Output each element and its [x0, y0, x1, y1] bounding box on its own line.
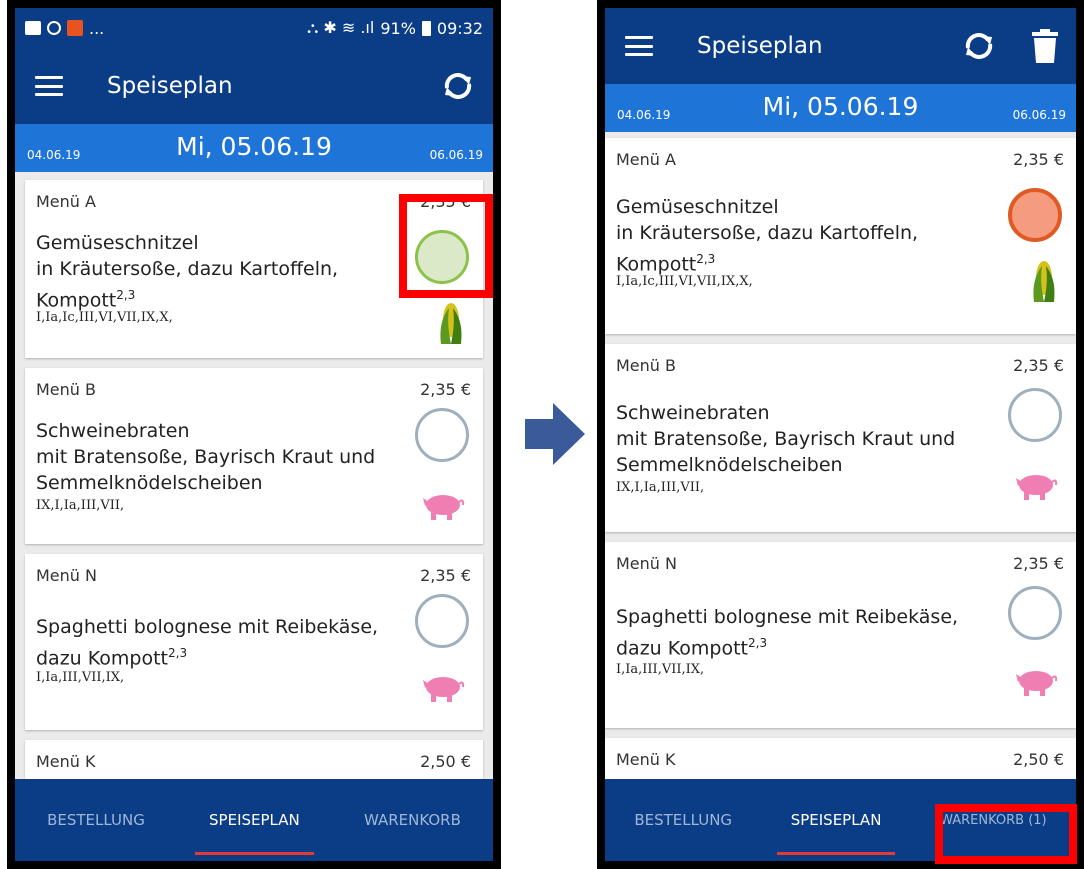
tab-bestellung[interactable]: BESTELLUNG	[41, 779, 151, 861]
menu-price: 2,35 €	[420, 566, 471, 585]
pig-icon	[423, 495, 465, 520]
allergen-codes: I,Ia,III,VII,IX,	[36, 670, 125, 685]
pig-icon	[1016, 671, 1058, 696]
menu-card-b[interactable]: Menü B 2,35 € Schweinebraten mit Bratens…	[25, 368, 483, 544]
menu-name: Menü B	[616, 356, 676, 375]
image-notification-icon	[25, 21, 41, 35]
menu-name: Menü K	[616, 750, 676, 769]
refresh-icon[interactable]	[441, 71, 475, 101]
menu-name: Menü N	[616, 554, 677, 573]
date-bar: 04.06.19 Mi, 05.06.19 06.06.19	[15, 124, 493, 172]
next-date-link[interactable]: 06.06.19	[430, 148, 483, 162]
corn-icon	[1033, 261, 1055, 302]
select-menu-circle[interactable]	[415, 594, 469, 648]
highlight-select-circle	[399, 194, 493, 298]
menu-price: 2,50 €	[420, 752, 471, 771]
select-menu-circle[interactable]	[415, 408, 469, 462]
menu-list[interactable]: Menü A 2,35 € Gemüseschnitzel in Kräuter…	[605, 132, 1076, 779]
status-bar: ... ⛬ ✱ ≋ .ıl 91% 09:32	[15, 8, 493, 48]
hamburger-menu-icon[interactable]	[35, 76, 63, 96]
menu-name: Menü B	[36, 380, 96, 399]
right-phone-screenshot: Speiseplan 04.06.19 Mi, 05.06.19 06.06.1…	[597, 0, 1084, 869]
allergen-codes: IX,I,Ia,III,VII,	[616, 480, 705, 495]
menu-price: 2,35 €	[420, 380, 471, 399]
battery-icon	[421, 20, 431, 36]
battery-level: 91%	[380, 18, 416, 38]
app-bar: Speiseplan	[605, 8, 1076, 84]
menu-description: Spaghetti bolognese mit Reibekäse, dazu …	[616, 606, 959, 660]
tab-speiseplan[interactable]: SPEISEPLAN	[776, 779, 896, 861]
allergen-codes: I,Ia,Ic,III,VI,VII,IX,X,	[616, 274, 753, 289]
menu-card-k[interactable]: Menü K 2,50 € 3456	[25, 740, 483, 779]
menu-price: 2,35 €	[1013, 356, 1064, 375]
menu-card-k[interactable]: Menü K 2,50 € 3456	[605, 738, 1076, 779]
dnd-icon	[47, 21, 61, 35]
menu-description: Schweinebraten mit Bratensoße, Bayrisch …	[36, 420, 376, 494]
current-date: Mi, 05.06.19	[762, 92, 919, 121]
bottom-navigation: BESTELLUNG SPEISEPLAN WARENKORB	[15, 779, 493, 861]
refresh-icon[interactable]	[962, 31, 996, 61]
menu-card-a[interactable]: Menü A 2,35 € Gemüseschnitzel in Kräuter…	[605, 138, 1076, 334]
menu-name: Menü N	[36, 566, 97, 585]
menu-price: 2,50 €	[1013, 750, 1064, 769]
menu-name: Menü K	[36, 752, 96, 771]
menu-price: 2,35 €	[1013, 150, 1064, 169]
status-time: 09:32	[436, 18, 483, 38]
menu-name: Menü A	[36, 192, 96, 211]
tab-warenkorb[interactable]: WARENKORB	[358, 779, 467, 861]
menu-card-n[interactable]: Menü N 2,35 € Spaghetti bolognese mit Re…	[25, 554, 483, 730]
app-bar: Speiseplan	[15, 48, 493, 124]
tab-speiseplan[interactable]: SPEISEPLAN	[195, 779, 314, 861]
status-icons: ⛬ ✱ ≋ .ıl	[307, 18, 375, 37]
select-menu-circle[interactable]	[1008, 388, 1062, 442]
corn-icon	[440, 303, 462, 344]
hamburger-menu-icon[interactable]	[625, 36, 653, 56]
menu-price: 2,35 €	[1013, 554, 1064, 573]
tab-bestellung[interactable]: BESTELLUNG	[628, 779, 738, 861]
right-screen: Speiseplan 04.06.19 Mi, 05.06.19 06.06.1…	[605, 8, 1076, 861]
status-more: ...	[89, 18, 105, 38]
menu-description: Schweinebraten mit Bratensoße, Bayrisch …	[616, 402, 956, 476]
app-notification-icon	[67, 20, 83, 36]
menu-description: Gemüseschnitzel in Kräutersoße, dazu Kar…	[616, 196, 919, 276]
left-screen: ... ⛬ ✱ ≋ .ıl 91% 09:32 Speiseplan 04.06…	[15, 8, 493, 861]
page-title: Speiseplan	[697, 33, 823, 59]
pig-icon	[423, 677, 465, 702]
current-date: Mi, 05.06.19	[176, 132, 332, 161]
arrow-right-icon	[525, 403, 585, 465]
menu-description: Gemüseschnitzel in Kräutersoße, dazu Kar…	[36, 232, 339, 312]
select-menu-circle[interactable]	[1008, 586, 1062, 640]
highlight-warenkorb-tab	[935, 804, 1077, 864]
next-date-link[interactable]: 06.06.19	[1013, 108, 1066, 122]
trash-icon[interactable]	[1032, 29, 1058, 63]
allergen-codes: IX,I,Ia,III,VII,	[36, 498, 125, 513]
date-bar: 04.06.19 Mi, 05.06.19 06.06.19	[605, 84, 1076, 132]
left-phone-screenshot: ... ⛬ ✱ ≋ .ıl 91% 09:32 Speiseplan 04.06…	[7, 0, 501, 869]
select-menu-circle[interactable]	[1008, 188, 1062, 242]
pig-icon	[1016, 475, 1058, 500]
menu-description: Spaghetti bolognese mit Reibekäse, dazu …	[36, 616, 379, 670]
menu-card-n[interactable]: Menü N 2,35 € Spaghetti bolognese mit Re…	[605, 542, 1076, 728]
page-title: Speiseplan	[107, 73, 233, 99]
menu-card-b[interactable]: Menü B 2,35 € Schweinebraten mit Bratens…	[605, 344, 1076, 532]
menu-name: Menü A	[616, 150, 676, 169]
allergen-codes: I,Ia,III,VII,IX,	[616, 662, 705, 677]
allergen-codes: I,Ia,Ic,III,VI,VII,IX,X,	[36, 310, 173, 325]
